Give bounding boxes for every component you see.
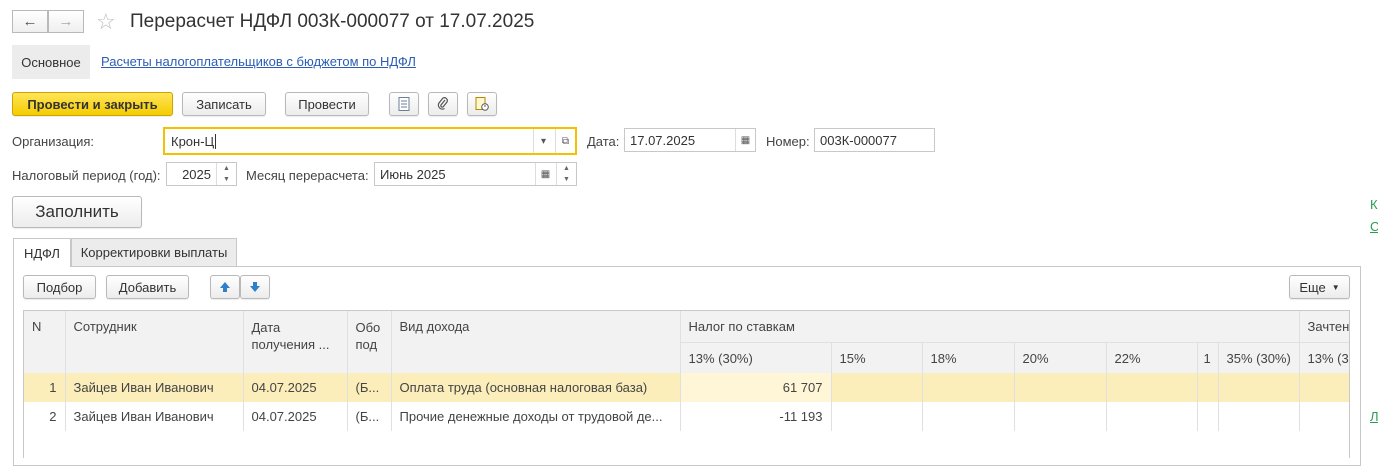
org-field[interactable]: Крон-Ц ▾ ⧉ <box>163 127 577 155</box>
report-icon <box>475 97 489 111</box>
section-main[interactable]: Основное <box>12 45 90 79</box>
cell-obo: (Б... <box>347 402 392 431</box>
move-up-button[interactable] <box>210 275 240 299</box>
cell-empty <box>1197 402 1219 431</box>
arrow-down-icon <box>250 282 260 292</box>
col-income[interactable]: Вид дохода <box>391 311 681 373</box>
col-rate-15[interactable]: 15% <box>831 342 923 373</box>
dropdown-icon[interactable]: ▾ <box>533 129 553 153</box>
paperclip-icon <box>437 97 448 110</box>
cell-date: 04.07.2025 <box>243 373 348 402</box>
forward-button[interactable]: → <box>48 10 84 33</box>
cell-tax13: -11 193 <box>680 402 832 431</box>
col-credited[interactable]: Зачтено <box>1299 311 1349 343</box>
month-label: Месяц перерасчета: <box>246 168 369 183</box>
col-rate-1[interactable]: 1 <box>1197 342 1219 373</box>
calendar-icon[interactable]: ▦ <box>535 163 555 185</box>
period-value: 2025 <box>182 167 211 182</box>
col-rate-35[interactable]: 35% (30%) <box>1218 342 1300 373</box>
post-button[interactable]: Провести <box>285 92 369 116</box>
month-value: Июнь 2025 <box>380 167 446 182</box>
cell-n: 1 <box>24 373 66 402</box>
arrow-left-icon: ← <box>22 13 38 30</box>
date-label: Дата: <box>587 134 620 149</box>
col-obo-label: Обо под <box>355 320 381 352</box>
number-field[interactable]: 003К-000077 <box>814 128 935 152</box>
col-credited-13[interactable]: 13% (3 <box>1299 342 1349 373</box>
cell-empty <box>1106 373 1198 402</box>
calendar-icon[interactable]: ▦ <box>735 129 755 151</box>
cell-empty <box>1218 402 1300 431</box>
org-label: Организация: <box>12 134 95 149</box>
add-button[interactable]: Добавить <box>106 275 189 299</box>
cell-empty <box>831 373 923 402</box>
cell-income: Оплата труда (основная налоговая база) <box>391 373 681 402</box>
cell-n: 2 <box>24 402 66 431</box>
document-list-icon <box>398 97 410 111</box>
cell-income: Прочие денежные доходы от трудовой де... <box>391 402 681 431</box>
col-rate-18[interactable]: 18% <box>922 342 1015 373</box>
col-rate-22[interactable]: 22% <box>1106 342 1198 373</box>
month-spinner[interactable]: ▲ ▼ <box>556 163 576 185</box>
date-value: 17.07.2025 <box>630 133 696 148</box>
pick-button[interactable]: Подбор <box>23 275 96 299</box>
month-field[interactable]: Июнь 2025 ▦ ▲ ▼ <box>374 162 577 186</box>
cell-obo: (Б... <box>347 373 392 402</box>
open-icon[interactable]: ⧉ <box>555 129 575 153</box>
more-button[interactable]: Еще ▼ <box>1289 275 1350 299</box>
fill-button[interactable]: Заполнить <box>12 196 142 228</box>
cell-date: 04.07.2025 <box>243 402 348 431</box>
number-label: Номер: <box>766 134 810 149</box>
period-spinner[interactable]: ▲ ▼ <box>216 163 236 185</box>
document-list-button[interactable] <box>389 92 419 116</box>
arrow-right-icon: → <box>58 13 74 30</box>
col-n[interactable]: N <box>24 311 66 373</box>
period-field[interactable]: 2025 ▲ ▼ <box>166 162 237 186</box>
tab-ndfl[interactable]: НДФЛ <box>13 238 71 267</box>
col-rate-20[interactable]: 20% <box>1014 342 1107 373</box>
edge-link[interactable]: Л <box>1370 409 1378 424</box>
arrow-up-icon <box>220 282 230 292</box>
cell-empty <box>831 402 923 431</box>
section-link-ndfl[interactable]: Расчеты налогоплательщиков с бюджетом по… <box>101 54 416 69</box>
cell-empty <box>1106 402 1198 431</box>
col-obo[interactable]: Обо под <box>347 311 392 373</box>
date-field[interactable]: 17.07.2025 ▦ <box>624 128 756 152</box>
star-icon[interactable]: ☆ <box>96 9 116 35</box>
save-button[interactable]: Записать <box>182 92 266 116</box>
more-label: Еще <box>1299 279 1326 295</box>
cell-employee: Зайцев Иван Иванович <box>65 402 244 431</box>
cell-empty <box>1218 373 1300 402</box>
cell-empty <box>1014 402 1107 431</box>
page-title: Перерасчет НДФЛ 003К-000077 от 17.07.202… <box>130 11 535 32</box>
edge-link[interactable]: К <box>1370 197 1378 212</box>
cell-tax13: 61 707 <box>680 373 832 402</box>
move-down-button[interactable] <box>240 275 270 299</box>
col-employee[interactable]: Сотрудник <box>65 311 244 373</box>
cell-empty <box>922 402 1015 431</box>
cell-employee: Зайцев Иван Иванович <box>65 373 244 402</box>
org-value: Крон-Ц <box>171 134 215 149</box>
cell-empty <box>922 373 1015 402</box>
post-close-button[interactable]: Провести и закрыть <box>12 92 173 116</box>
cell-empty <box>1197 373 1219 402</box>
cell-empty <box>1299 373 1349 402</box>
edge-link[interactable]: С <box>1370 219 1378 234</box>
period-label: Налоговый период (год): <box>12 168 161 183</box>
col-rate-13[interactable]: 13% (30%) <box>680 342 832 373</box>
cell-empty <box>1299 402 1349 431</box>
chevron-down-icon: ▼ <box>1331 282 1340 292</box>
report-button[interactable] <box>467 92 497 116</box>
table-row[interactable]: 2 Зайцев Иван Иванович 04.07.2025 (Б... … <box>24 402 1349 431</box>
data-grid[interactable]: N Сотрудник Дата получения ... Обо под В… <box>23 310 1350 458</box>
cell-empty <box>1014 373 1107 402</box>
table-row[interactable]: 1 Зайцев Иван Иванович 04.07.2025 (Б... … <box>24 373 1349 402</box>
col-tax-group[interactable]: Налог по ставкам <box>680 311 1300 343</box>
tab-corrections[interactable]: Корректировки выплаты <box>71 238 237 266</box>
col-date-label: Дата получения ... <box>251 320 330 352</box>
attach-button[interactable] <box>428 92 458 116</box>
col-date[interactable]: Дата получения ... <box>243 311 348 373</box>
back-button[interactable]: ← <box>12 10 48 33</box>
